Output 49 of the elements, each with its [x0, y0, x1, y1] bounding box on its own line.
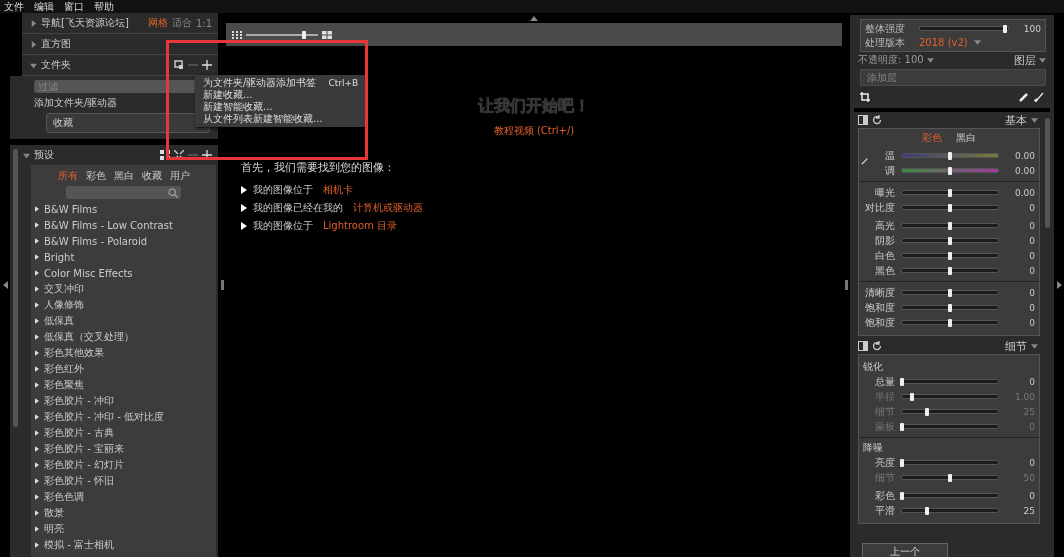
panel-title: 文件夹 — [41, 58, 71, 72]
slider-value: 0 — [1028, 376, 1035, 387]
option-text: 我的图像位于 — [253, 182, 313, 197]
slider-value: 0 — [1028, 250, 1035, 261]
welcome-title: 让我们开始吧！ — [478, 96, 590, 117]
group-title: 锐化 — [863, 360, 884, 374]
field-label: 处理版本 — [865, 35, 906, 50]
panel-title: 预设 — [34, 148, 54, 162]
option-text: 我的图像已经在我的 — [253, 200, 343, 215]
section-title: 图层 — [1014, 52, 1036, 68]
slider-label: 高光 — [875, 219, 895, 231]
slider-value: 0 — [1028, 220, 1035, 231]
slider-label: 调 — [885, 164, 895, 176]
slider-value: 25 — [1022, 505, 1035, 516]
slider-value: 100 — [1022, 23, 1041, 34]
slider-value: 0.00 — [1013, 165, 1035, 176]
slider-value: 0 — [1028, 265, 1035, 276]
slider-label: 饱和度 — [865, 301, 895, 313]
slider-label: 彩色 — [875, 489, 895, 501]
slider-label: 整体强度 — [865, 21, 906, 36]
slider-label: 饱和度 — [865, 316, 895, 328]
option-text: 我的图像位于 — [253, 218, 313, 233]
slider-value: 0 — [1028, 287, 1035, 298]
slider-value: 0.00 — [1013, 187, 1035, 198]
slider-label: 阴影 — [875, 234, 895, 246]
slider-label: 温 — [885, 149, 895, 161]
prompt-text: 首先，我们需要找到您的图像： — [241, 160, 396, 175]
slider-label: 亮度 — [875, 456, 895, 468]
slider-label: 平滑 — [875, 504, 895, 516]
section-title: 细节 — [1005, 338, 1027, 354]
slider-value: 0 — [1028, 302, 1035, 313]
section-title: 基本 — [1005, 112, 1027, 128]
panel-title: 直方图 — [41, 37, 71, 51]
slider-value: 25 — [1022, 406, 1035, 417]
slider-label: 清晰度 — [865, 286, 895, 298]
slider-label: 白色 — [875, 249, 895, 261]
slider-value: 1.00 — [1013, 391, 1035, 402]
slider-value: 0.00 — [1013, 150, 1035, 161]
slider-label: 黑色 — [875, 264, 895, 276]
slider-value: 0 — [1028, 235, 1035, 246]
slider-label: 总量 — [875, 375, 895, 387]
slider-value: 0 — [1028, 490, 1035, 501]
group-title: 降噪 — [863, 441, 884, 455]
slider-label: 曝光 — [875, 186, 895, 198]
slider-value: 0 — [1028, 457, 1035, 468]
slider-value: 0 — [1028, 202, 1035, 213]
panel-title: 导航[飞天资源论坛] — [41, 16, 129, 30]
slider-value: 0 — [1028, 317, 1035, 328]
slider-label: 对比度 — [865, 201, 895, 213]
